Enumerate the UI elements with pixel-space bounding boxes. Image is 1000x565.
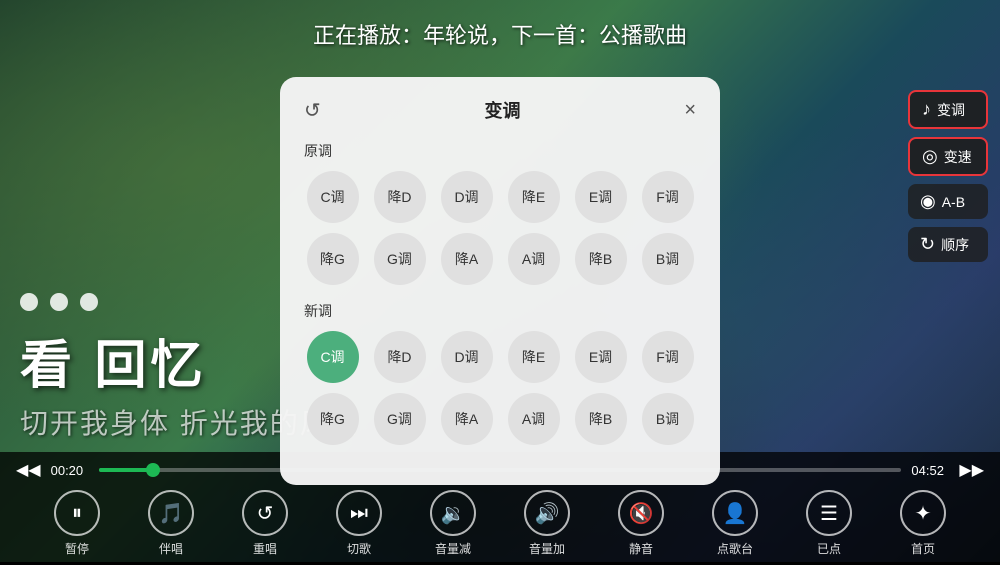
key-btn-G调[interactable]: G调 — [374, 233, 426, 285]
key-btn-降E[interactable]: 降E — [508, 171, 560, 223]
pitch-modal: ↺ 变调 × 原调 C调降DD调降EE调F调降GG调降AA调降BB调 新调 C调… — [280, 77, 720, 485]
key-btn-B调[interactable]: B调 — [642, 393, 694, 445]
key-btn-A调[interactable]: A调 — [508, 233, 560, 285]
key-btn-F调[interactable]: F调 — [642, 171, 694, 223]
key-btn-E调[interactable]: E调 — [575, 331, 627, 383]
key-btn-降D[interactable]: 降D — [374, 331, 426, 383]
key-btn-G调[interactable]: G调 — [374, 393, 426, 445]
key-btn-降A[interactable]: 降A — [441, 233, 493, 285]
key-btn-C调[interactable]: C调 — [307, 171, 359, 223]
key-btn-降E[interactable]: 降E — [508, 331, 560, 383]
key-btn-C调[interactable]: C调 — [307, 331, 359, 383]
key-btn-E调[interactable]: E调 — [575, 171, 627, 223]
key-btn-D调[interactable]: D调 — [441, 171, 493, 223]
key-btn-降A[interactable]: 降A — [441, 393, 493, 445]
new-key-grid: C调降D D调降E E调 F调降G G调降A A调降B B调 — [304, 331, 696, 445]
key-btn-降G[interactable]: 降G — [307, 393, 359, 445]
key-btn-B调[interactable]: B调 — [642, 233, 694, 285]
key-btn-降B[interactable]: 降B — [575, 233, 627, 285]
original-key-label: 原调 — [304, 141, 696, 161]
original-key-grid: C调降D D调降E E调 F调降G G调降A A调降B B调 — [304, 171, 696, 285]
key-btn-A调[interactable]: A调 — [508, 393, 560, 445]
new-key-label: 新调 — [304, 301, 696, 321]
modal-refresh-button[interactable]: ↺ — [304, 98, 321, 123]
modal-title: 变调 — [321, 97, 685, 123]
key-btn-降G[interactable]: 降G — [307, 233, 359, 285]
modal-close-button[interactable]: × — [684, 99, 696, 122]
key-btn-降D[interactable]: 降D — [374, 171, 426, 223]
modal-overlay: ↺ 变调 × 原调 C调降DD调降EE调F调降GG调降AA调降BB调 新调 C调… — [0, 0, 1000, 562]
key-btn-F调[interactable]: F调 — [642, 331, 694, 383]
key-btn-D调[interactable]: D调 — [441, 331, 493, 383]
modal-header: ↺ 变调 × — [304, 97, 696, 123]
key-btn-降B[interactable]: 降B — [575, 393, 627, 445]
